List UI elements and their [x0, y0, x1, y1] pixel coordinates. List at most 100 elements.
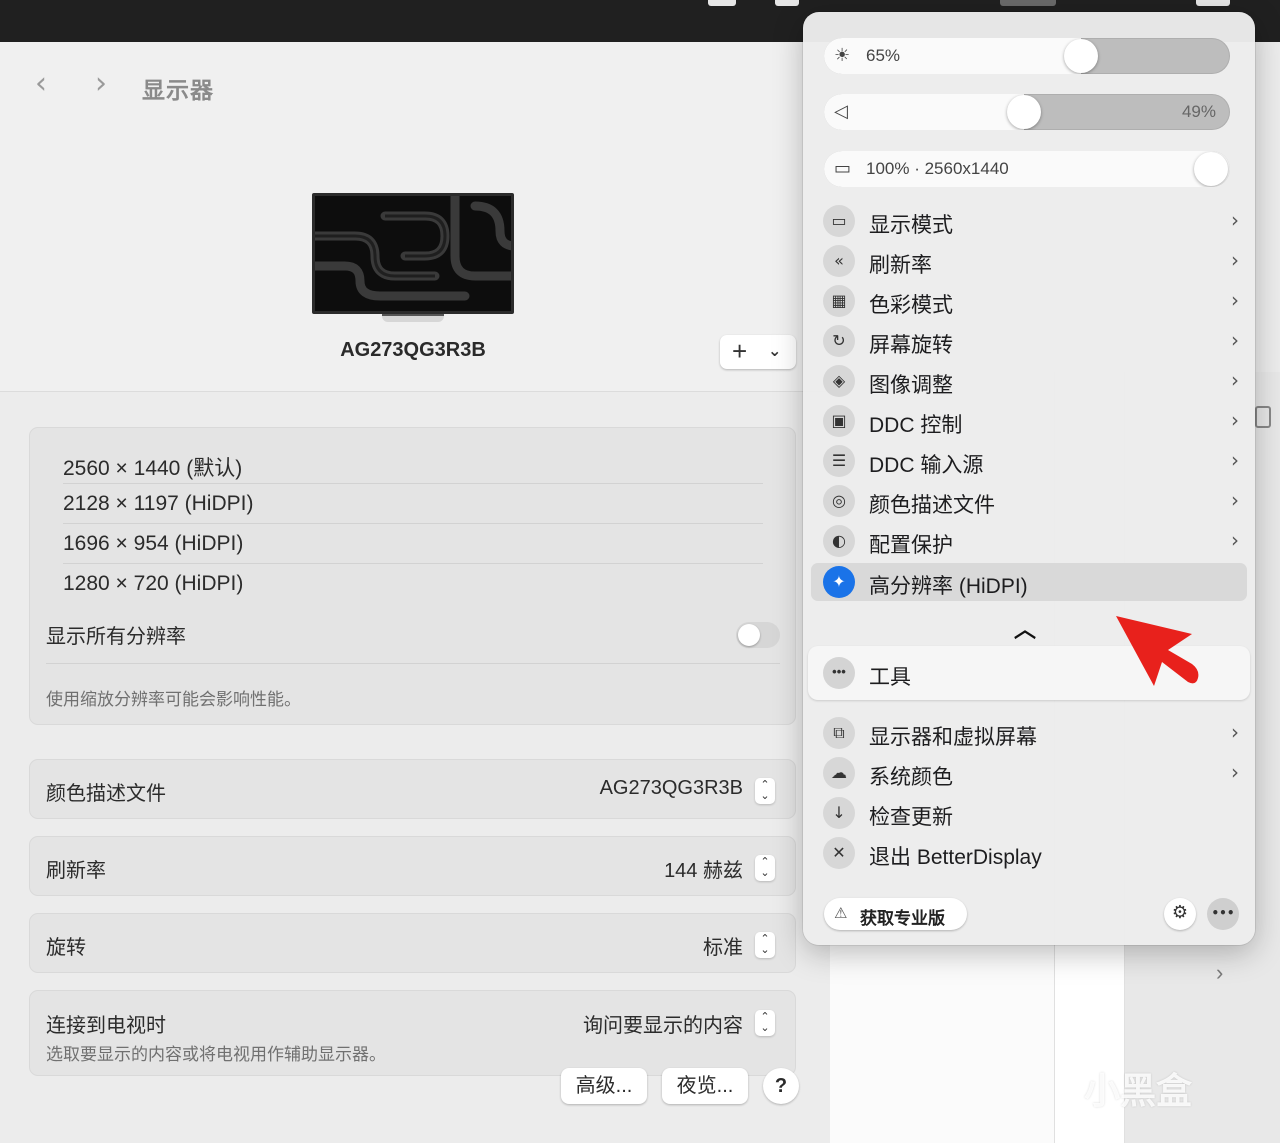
chevron-right-icon: ›: [1231, 328, 1239, 352]
settings-gear-icon[interactable]: ⚙: [1164, 898, 1196, 930]
speaker-icon: ◁: [834, 101, 848, 122]
sun-icon: ☀: [834, 45, 851, 66]
refresh-rate-row[interactable]: 刷新率 144 赫兹 ⌃ ⌄: [29, 836, 796, 896]
show-all-resolutions-toggle[interactable]: [736, 622, 780, 648]
help-button[interactable]: ?: [763, 1068, 799, 1104]
get-pro-label: 获取专业版: [860, 909, 945, 928]
betterdisplay-menu-icon[interactable]: [1000, 0, 1056, 6]
popup-stepper-icon[interactable]: ⌃ ⌄: [755, 778, 775, 804]
color-mode-icon: ▦: [823, 285, 855, 317]
display-header: ‹ › 显示器 AG273QG3R3B + ⌄: [0, 42, 830, 392]
menu-item-label: 屏幕旋转: [869, 334, 953, 357]
resolution-option[interactable]: 1280 × 720 (HiDPI): [63, 572, 243, 596]
displays-icon: ⧉: [823, 717, 855, 749]
scale-value: 100% · 2560x1440: [866, 159, 1009, 178]
night-shift-button[interactable]: 夜览...: [662, 1068, 748, 1104]
display-mode-icon: ▭: [823, 205, 855, 237]
menu-bar-icon[interactable]: [1196, 0, 1230, 6]
menu-item-check-updates[interactable]: ↓ 检查更新: [811, 794, 1247, 832]
back-button[interactable]: ‹: [28, 69, 54, 100]
menu-item-image-adjust[interactable]: ◈ 图像调整 ›: [811, 362, 1247, 400]
image-adjust-icon: ◈: [823, 365, 855, 397]
chevron-right-icon: ›: [1231, 528, 1239, 552]
menu-item-label: DDC 输入源: [869, 454, 984, 477]
menu-item-display-mode[interactable]: ▭ 显示模式 ›: [811, 202, 1247, 240]
displays-settings-window: ‹ › 显示器 AG273QG3R3B + ⌄ 2560 × 1440 (默认)…: [0, 42, 830, 1143]
scale-slider[interactable]: ▭ 100% · 2560x1440: [824, 151, 1230, 187]
menu-item-ddc-input[interactable]: ☰ DDC 输入源 ›: [811, 442, 1247, 480]
menu-item-system-color[interactable]: ☁ 系统颜色 ›: [811, 754, 1247, 792]
divider: [63, 483, 763, 484]
warning-icon: ⚠: [834, 904, 848, 922]
slider-knob[interactable]: [1194, 152, 1228, 186]
advanced-button[interactable]: 高级...: [561, 1068, 647, 1104]
get-pro-button[interactable]: ⚠ 获取专业版: [824, 898, 967, 930]
resolution-option[interactable]: 2560 × 1440 (默认): [63, 452, 242, 482]
popup-stepper-icon[interactable]: ⌃ ⌄: [755, 1010, 775, 1036]
collapse-chevron-icon[interactable]: ︿: [1014, 612, 1036, 644]
display-mode-icon: ▭: [834, 158, 852, 179]
page-title: 显示器: [142, 77, 214, 103]
menu-item-displays-virtual[interactable]: ⧉ 显示器和虚拟屏幕 ›: [811, 714, 1247, 752]
resolution-option[interactable]: 2128 × 1197 (HiDPI): [63, 492, 253, 516]
ddc-control-icon: ▣: [823, 405, 855, 437]
menu-item-label: 检查更新: [869, 806, 953, 829]
menu-item-quit[interactable]: ✕ 退出 BetterDisplay: [811, 834, 1247, 872]
menu-item-ddc-control[interactable]: ▣ DDC 控制 ›: [811, 402, 1247, 440]
rotation-row[interactable]: 旋转 标准 ⌃ ⌄: [29, 913, 796, 973]
slider-knob[interactable]: [1064, 39, 1098, 73]
menu-item-label: 退出 BetterDisplay: [869, 846, 1042, 869]
refresh-rate-label: 刷新率: [46, 860, 106, 882]
popup-stepper-icon[interactable]: ⌃ ⌄: [755, 855, 775, 881]
display-name: AG273QG3R3B: [340, 339, 486, 361]
menu-item-protection[interactable]: ◐ 配置保护 ›: [811, 522, 1247, 560]
brightness-slider[interactable]: ☀ 65%: [824, 38, 1230, 74]
watermark: 小黑盒: [1084, 1070, 1193, 1111]
color-profile-row[interactable]: 颜色描述文件 AG273QG3R3B ⌃ ⌄: [29, 759, 796, 819]
popup-stepper-icon[interactable]: ⌃ ⌄: [755, 932, 775, 958]
menu-item-label: 图像调整: [869, 374, 953, 397]
wallpaper-graphic: [315, 196, 511, 311]
menu-item-color-mode[interactable]: ▦ 色彩模式 ›: [811, 282, 1247, 320]
forward-button[interactable]: ›: [88, 69, 114, 100]
volume-slider[interactable]: ◁ 49%: [824, 94, 1230, 130]
color-profile-value: AG273QG3R3B: [599, 777, 743, 799]
betterdisplay-panel: ☀ 65% ◁ 49% ▭ 100% · 2560x1440 ▭ 显示模式 › …: [803, 12, 1255, 945]
menu-item-label: DDC 控制: [869, 414, 963, 437]
rotation-label: 旋转: [46, 937, 86, 959]
monitor-image: [312, 193, 514, 314]
menu-item-refresh-rate[interactable]: « 刷新率 ›: [811, 242, 1247, 280]
slider-fill: [824, 38, 1081, 74]
close-icon: ✕: [823, 837, 855, 869]
monitor-stand: [382, 314, 444, 322]
toggle-knob: [738, 624, 760, 646]
tv-connection-row[interactable]: 连接到电视时 询问要显示的内容 ⌃ ⌄ 选取要显示的内容或将电视用作辅助显示器。: [29, 990, 796, 1076]
menu-item-rotation[interactable]: ↻ 屏幕旋转 ›: [811, 322, 1247, 360]
more-ellipsis-icon[interactable]: •••: [1207, 898, 1239, 930]
menu-item-label: 配置保护: [869, 534, 953, 557]
menu-item-label: 颜色描述文件: [869, 494, 995, 517]
menu-item-label: 色彩模式: [869, 294, 953, 317]
download-icon: ↓: [823, 797, 855, 829]
menu-item-hidpi[interactable]: ✦ 高分辨率 (HiDPI): [811, 563, 1247, 601]
plus-icon: +: [732, 336, 748, 366]
color-profile-label: 颜色描述文件: [46, 783, 166, 805]
menu-item-label: 显示模式: [869, 214, 953, 237]
chevron-right-icon: ›: [1231, 408, 1239, 432]
menu-bar-icon[interactable]: [775, 0, 799, 6]
chevron-right-icon[interactable]: ›: [1216, 960, 1223, 986]
rotate-icon: ↻: [823, 325, 855, 357]
add-display-button[interactable]: + ⌄: [720, 335, 796, 369]
resolution-option[interactable]: 1696 × 954 (HiDPI): [63, 532, 243, 556]
menu-item-label: 系统颜色: [869, 766, 953, 789]
chevron-right-icon: ›: [1231, 248, 1239, 272]
menu-item-color-profile[interactable]: ◎ 颜色描述文件 ›: [811, 482, 1247, 520]
sidebar-icon[interactable]: [1255, 406, 1271, 428]
slider-knob[interactable]: [1007, 95, 1041, 129]
menu-bar-icon[interactable]: [708, 0, 736, 6]
refresh-rate-icon: «: [823, 245, 855, 277]
volume-value: 49%: [1181, 102, 1216, 121]
chevron-right-icon: ›: [1231, 720, 1239, 744]
chevron-right-icon: ›: [1231, 488, 1239, 512]
tools-label: 工具: [869, 666, 911, 689]
